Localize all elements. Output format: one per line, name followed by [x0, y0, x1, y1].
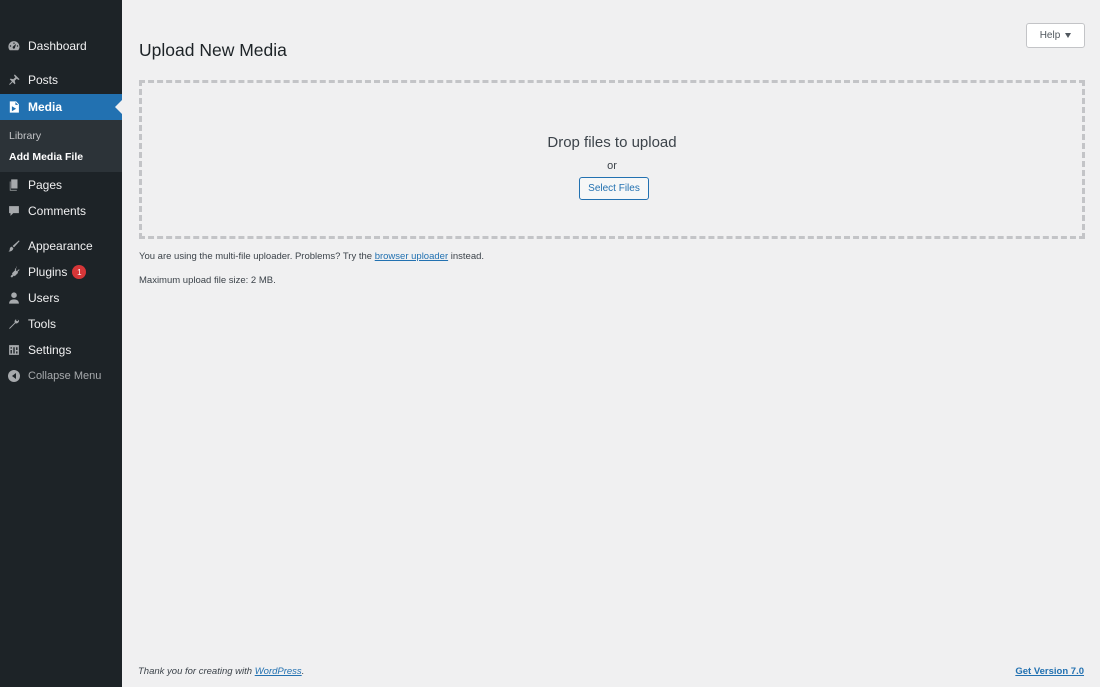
dashboard-icon	[7, 39, 21, 53]
plugin-icon	[7, 265, 21, 279]
help-label: Help	[1039, 30, 1061, 41]
sidebar-item-label: Comments	[28, 204, 87, 218]
collapse-menu-label: Collapse Menu	[28, 370, 102, 382]
sidebar-item-comments[interactable]: Comments	[0, 198, 122, 224]
sidebar-item-pages[interactable]: Pages	[0, 172, 122, 198]
submenu-item-library[interactable]: Library	[9, 130, 41, 142]
uploader-info-prefix: You are using the multi-file uploader. P…	[139, 251, 373, 262]
page-title: Upload New Media	[139, 40, 287, 60]
get-version-link[interactable]: Get Version 7.0	[1015, 666, 1084, 677]
sidebar-item-label: Posts	[28, 73, 59, 87]
uploader-info: You are using the multi-file uploader. P…	[139, 251, 484, 262]
sidebar-item-plugins[interactable]: Plugins 1	[0, 259, 122, 285]
collapse-arrow-icon	[8, 370, 20, 382]
sidebar-item-label: Plugins	[28, 265, 68, 279]
help-button[interactable]: Help	[1026, 23, 1085, 48]
drop-or-text: or	[607, 160, 617, 172]
wordpress-link[interactable]: WordPress	[255, 666, 302, 677]
sidebar-item-label: Dashboard	[28, 39, 87, 53]
admin-sidebar: Dashboard Posts Media Library Add Media …	[0, 0, 122, 687]
footer-thanks-suffix: .	[301, 666, 305, 677]
drop-instructions: Drop files to upload	[547, 134, 677, 151]
sidebar-item-settings[interactable]: Settings	[0, 337, 122, 363]
browser-uploader-link[interactable]: browser uploader	[375, 251, 448, 262]
paintbrush-icon	[7, 239, 21, 253]
sidebar-item-label: Appearance	[28, 239, 93, 253]
user-icon	[7, 291, 21, 305]
pages-icon	[7, 178, 21, 192]
caret-down-icon	[1065, 33, 1072, 38]
drop-zone[interactable]: Drop files to upload or Select Files	[139, 80, 1085, 239]
sidebar-item-users[interactable]: Users	[0, 285, 122, 311]
max-upload-size: Maximum upload file size: 2 MB.	[139, 275, 276, 286]
settings-icon	[7, 343, 21, 357]
media-icon	[7, 100, 21, 114]
sidebar-item-label: Media	[28, 100, 63, 114]
sidebar-item-label: Tools	[28, 317, 57, 331]
plugins-update-badge: 1	[72, 265, 87, 279]
comments-icon	[7, 204, 21, 218]
footer-thanks-prefix: Thank you for creating with	[138, 666, 253, 677]
select-files-button[interactable]: Select Files	[579, 177, 649, 200]
uploader-info-suffix: instead.	[450, 251, 485, 262]
sidebar-item-label: Users	[28, 291, 60, 305]
sidebar-item-appearance[interactable]: Appearance	[0, 233, 122, 259]
pushpin-icon	[7, 73, 21, 87]
sidebar-item-posts[interactable]: Posts	[0, 67, 122, 93]
footer-thanks: Thank you for creating with WordPress.	[138, 666, 304, 677]
submenu-item-add-media-file[interactable]: Add Media File	[9, 151, 83, 163]
sidebar-item-label: Settings	[28, 343, 72, 357]
sidebar-item-dashboard[interactable]: Dashboard	[0, 33, 122, 59]
sidebar-item-media[interactable]: Media	[0, 94, 122, 120]
sidebar-item-tools[interactable]: Tools	[0, 311, 122, 337]
media-submenu: Library Add Media File	[0, 120, 122, 172]
collapse-menu-button[interactable]: Collapse Menu	[0, 363, 122, 389]
sidebar-item-label: Pages	[28, 178, 63, 192]
wrench-icon	[7, 317, 21, 331]
